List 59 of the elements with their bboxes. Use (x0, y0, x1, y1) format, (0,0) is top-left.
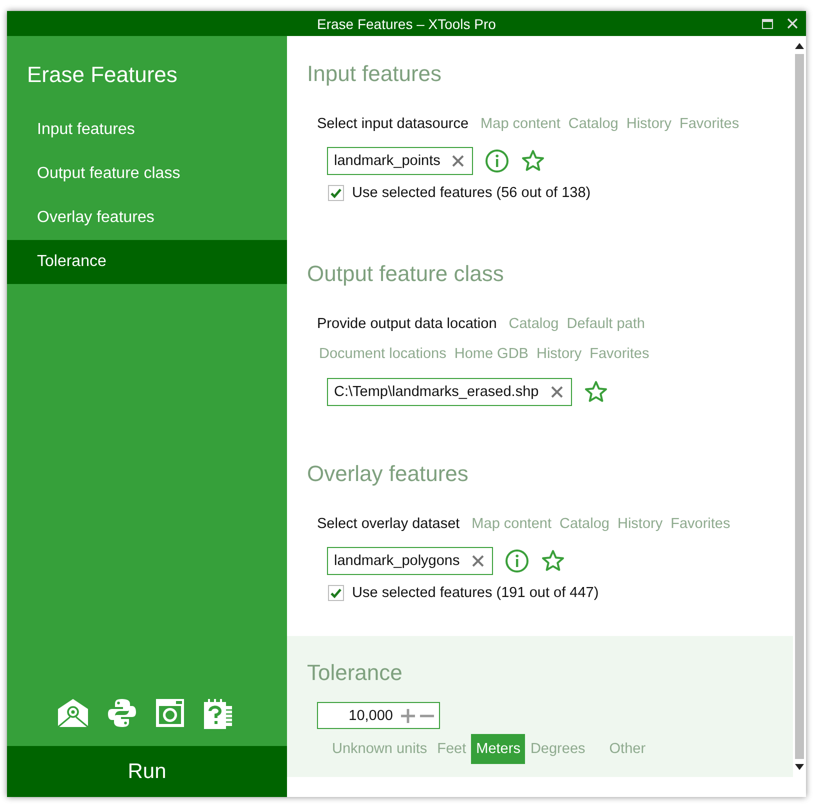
star-icon[interactable] (540, 549, 565, 573)
checkbox[interactable] (328, 585, 344, 601)
checkbox-label: Use selected features (191 out of 447) (352, 585, 599, 601)
sidebar-item[interactable]: Output feature class (7, 152, 287, 196)
email-icon[interactable] (57, 698, 89, 728)
sidebar-title: Erase Features (26, 61, 178, 89)
scroll-down-icon[interactable] (795, 763, 804, 771)
source-link[interactable]: Favorites (588, 346, 652, 362)
prompt-label: Provide output data location (317, 316, 497, 332)
unit-option[interactable]: Degrees (525, 734, 590, 764)
close-icon[interactable] (787, 18, 798, 29)
source-link[interactable]: Favorites (668, 516, 732, 532)
source-link[interactable]: Document locations (317, 346, 448, 362)
run-button[interactable]: Run (7, 746, 287, 797)
tolerance-field[interactable]: 10,000 (317, 702, 440, 729)
scrollbar[interactable] (793, 36, 806, 797)
datasource-field[interactable]: landmark_polygons (327, 547, 493, 575)
scroll-up-icon[interactable] (795, 42, 804, 50)
source-link[interactable]: Catalog (506, 316, 561, 332)
source-link[interactable]: History (624, 116, 674, 132)
sidebar-item[interactable]: Overlay features (7, 196, 287, 240)
checkbox-label: Use selected features (56 out of 138) (352, 185, 591, 201)
source-link[interactable]: Catalog (566, 116, 620, 132)
section-title: Output feature class (306, 260, 505, 288)
maximize-icon[interactable] (762, 18, 773, 28)
info-icon[interactable] (504, 549, 529, 573)
sidebar-item[interactable]: Tolerance (7, 240, 287, 284)
python-icon[interactable] (107, 698, 137, 728)
datasource-field[interactable]: landmark_points (327, 147, 474, 175)
clear-icon[interactable] (472, 555, 484, 567)
plus-icon[interactable] (400, 708, 416, 724)
unit-option[interactable]: Feet (432, 734, 472, 764)
star-icon[interactable] (521, 149, 546, 173)
unit-option[interactable]: Other (604, 734, 651, 764)
source-link[interactable]: Map content (470, 516, 554, 532)
source-link[interactable]: Catalog (557, 516, 612, 532)
star-icon[interactable] (584, 380, 608, 404)
checkbox[interactable] (328, 185, 344, 201)
clear-icon[interactable] (550, 386, 563, 398)
sidebar-item[interactable]: Input features (7, 108, 287, 152)
unit-option[interactable]: Meters (471, 734, 526, 764)
source-link[interactable]: History (534, 346, 584, 362)
unit-option[interactable]: Unknown units (327, 734, 432, 764)
clear-icon[interactable] (452, 155, 464, 167)
info-icon[interactable] (485, 149, 510, 173)
camera-icon[interactable] (155, 698, 185, 728)
source-link[interactable]: Default path (564, 316, 647, 332)
prompt-label: Select overlay dataset (317, 516, 460, 532)
prompt-label: Select input datasource (317, 116, 469, 132)
source-link[interactable]: Map content (478, 116, 562, 132)
source-link[interactable]: Home GDB (452, 346, 530, 362)
source-link[interactable]: Favorites (677, 116, 742, 132)
window-title: Erase Features – XTools Pro (317, 16, 496, 32)
section-title: Overlay features (306, 460, 470, 488)
section-title: Input features (306, 60, 443, 88)
help-notebook-icon[interactable] (203, 698, 233, 730)
datasource-field[interactable]: C:\Temp\landmarks_erased.shp (327, 378, 572, 406)
section-title: Tolerance (306, 659, 404, 687)
source-link[interactable]: History (615, 516, 665, 532)
